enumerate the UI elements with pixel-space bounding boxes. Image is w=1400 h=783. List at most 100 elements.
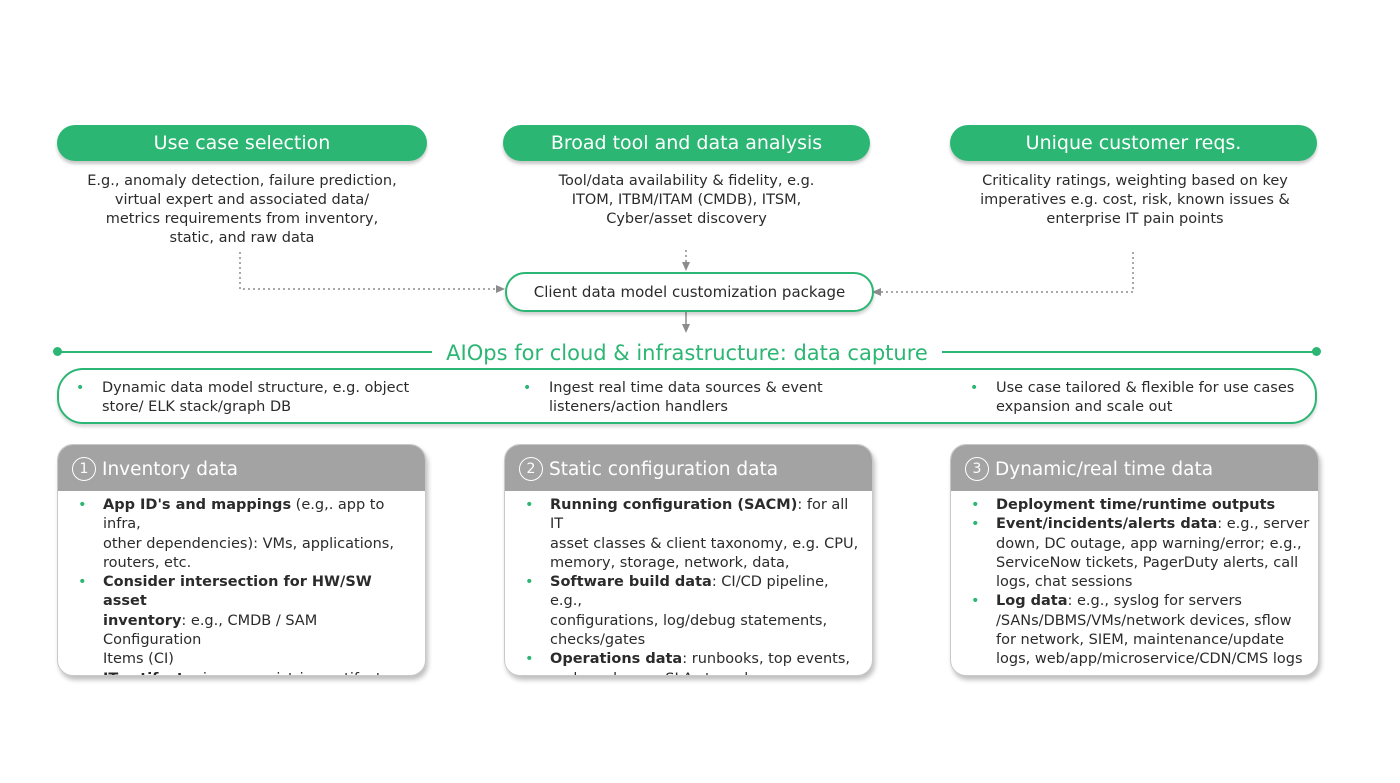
bold-text: App ID's and mappings: [103, 497, 292, 513]
card-header: 2 Static configuration data: [505, 445, 872, 491]
bold-text: Log data: [996, 593, 1068, 610]
aiops-line-dot-right: [1312, 347, 1321, 356]
item-line: Operations data: runbooks, top events,: [550, 650, 864, 669]
card-title: Dynamic/real time data: [995, 459, 1214, 480]
tool-analysis-description: Tool/data availability & fidelity, e.g. …: [503, 172, 870, 229]
desc-line: imperatives e.g. cost, risk, known issue…: [980, 192, 1290, 208]
bullet-icon: •: [78, 670, 87, 675]
card-title: Static configuration data: [549, 459, 779, 480]
aiops-features-strip: • Dynamic data model structure, e.g. obj…: [57, 368, 1317, 424]
text: logs, web/app/microservice/CDN/CMS logs: [996, 651, 1303, 668]
use-case-description: E.g., anomaly detection, failure predict…: [57, 172, 427, 248]
aiops-feature-3: • Use case tailored & flexible for use c…: [970, 379, 1316, 417]
bullet-icon: •: [970, 380, 979, 396]
desc-line: E.g., anomaly detection, failure predict…: [87, 173, 397, 189]
bold-text: Software build data: [550, 574, 712, 591]
desc-line: ITOM, ITBM/ITAM (CMDB), ITSM,: [571, 192, 802, 208]
bullet-icon: •: [525, 497, 534, 513]
text: Items (CI): [103, 651, 174, 668]
item-line: App ID's and mappings (e.g,. app to infr…: [103, 496, 417, 535]
text: asset classes & client taxonomy, e.g. CP…: [550, 535, 859, 552]
text: configurations, log/debug statements,: [550, 612, 828, 629]
bold-text: Event/incidents/alerts data: [996, 516, 1218, 533]
bullet-icon: •: [971, 497, 980, 513]
card-header: 1 Inventory data: [58, 445, 425, 491]
card-list-item: • Software build data: CI/CD pipeline, e.…: [505, 573, 872, 650]
card-bullet-list: • App ID's and mappings (e.g,. app to inf…: [58, 491, 425, 675]
text: routers, etc.: [103, 554, 192, 571]
bold-text: inventory: [103, 612, 182, 629]
card-list-item: • Log data: e.g., syslog for servers/SANs…: [951, 592, 1318, 669]
item-line: checks/gates: [550, 631, 864, 650]
text: : e.g., server: [1217, 516, 1310, 533]
card-list-item: • Running configuration (SACM): for all I…: [505, 496, 872, 573]
card-list-item: • Operations data: runbooks, top events, a…: [505, 650, 872, 675]
card-list-item: • Consider intersection for HW/SW asset in…: [58, 573, 425, 669]
bold-text: Deployment time/runtime outputs: [996, 497, 1276, 513]
use-case-selection-pill: Use case selection: [57, 125, 427, 161]
text: other dependencies): VMs, applications,: [103, 535, 394, 552]
item-line: logs, chat sessions: [996, 573, 1310, 592]
bold-text: Consider intersection for HW/SW asset: [103, 574, 372, 610]
desc-line: virtual expert and associated data/: [114, 192, 370, 208]
bullet-icon: •: [971, 593, 980, 610]
text: logs, chat sessions: [996, 574, 1133, 591]
aiops-feature-1: • Dynamic data model structure, e.g. obj…: [76, 379, 422, 417]
text: ServiceNow tickets, PagerDuty alerts, ca…: [996, 554, 1299, 571]
feature-line: expansion and scale out: [996, 399, 1173, 415]
bold-text: IT artifacts:: [103, 671, 198, 675]
text: : e.g., syslog for servers: [1067, 593, 1242, 610]
card-bullet-list: • Deployment time/runtime outputs • Event/i…: [951, 491, 1318, 670]
card-header: 3 Dynamic/real time data: [951, 445, 1318, 491]
bullet-icon: •: [525, 651, 534, 668]
text: down, DC outage, app warning/error; e.g.…: [996, 535, 1302, 552]
step-number-badge: 3: [965, 457, 989, 481]
card-bullet-list: • Running configuration (SACM): for all I…: [505, 491, 872, 675]
card-title: Inventory data: [102, 459, 238, 480]
item-line: for network, SIEM, maintenance/update: [996, 631, 1310, 650]
item-line: Event/incidents/alerts data: e.g., serve…: [996, 515, 1310, 534]
item-line: and any known SLA struggles: [550, 670, 864, 675]
item-line: IT artifacts: image registries, artifact…: [103, 670, 417, 675]
item-line: logs, web/app/microservice/CDN/CMS logs: [996, 650, 1310, 669]
aiops-feature-2: • Ingest real time data sources & event …: [523, 379, 869, 417]
desc-line: Criticality ratings, weighting based on …: [982, 173, 1288, 189]
feature-line: Use case tailored & flexible for use cas…: [996, 380, 1295, 396]
item-line: Running configuration (SACM): for all IT: [550, 496, 864, 535]
unique-customer-reqs-pill: Unique customer reqs.: [950, 125, 1317, 161]
item-line: asset classes & client taxonomy, e.g. CP…: [550, 535, 864, 554]
item-line: /SANs/DBMS/VMs/network devices, sflow: [996, 612, 1310, 631]
text: for network, SIEM, maintenance/update: [996, 632, 1284, 649]
feature-line: Ingest real time data sources & event: [549, 380, 823, 396]
bullet-icon: •: [971, 516, 980, 533]
connector-right: [880, 252, 1134, 293]
desc-line: Tool/data availability & fidelity, e.g.: [558, 173, 815, 189]
bold-text: Operations data: [550, 651, 683, 668]
text: : runbooks, top events,: [682, 651, 851, 668]
desc-line: enterprise IT pain points: [1046, 211, 1224, 227]
desc-line: static, and raw data: [169, 230, 315, 246]
card-list-item: • Event/incidents/alerts data: e.g., serv…: [951, 515, 1318, 592]
item-line: Items (CI): [103, 650, 417, 669]
step-number-badge: 1: [72, 457, 96, 481]
item-line: memory, storage, network, data,: [550, 554, 864, 573]
arrowhead-left: [496, 285, 505, 293]
item-line: down, DC outage, app warning/error; e.g.…: [996, 535, 1310, 554]
static-configuration-data-card: 2 Static configuration data • Running conf…: [504, 444, 873, 676]
desc-line: Cyber/asset discovery: [606, 211, 767, 227]
feature-line: Dynamic data model structure, e.g. objec…: [102, 380, 410, 396]
bold-text: Running configuration (SACM): [550, 497, 798, 513]
item-line: other dependencies): VMs, applications,: [103, 535, 417, 554]
bullet-icon: •: [525, 574, 534, 591]
card-list-item: • App ID's and mappings (e.g,. app to inf…: [58, 496, 425, 573]
bullet-icon: •: [76, 380, 85, 396]
customer-reqs-description: Criticality ratings, weighting based on …: [950, 172, 1320, 229]
item-line: Deployment time/runtime outputs: [996, 496, 1310, 515]
bullet-icon: •: [523, 380, 532, 396]
broad-tool-analysis-pill: Broad tool and data analysis: [503, 125, 870, 161]
item-line: Log data: e.g., syslog for servers: [996, 592, 1310, 611]
text: memory, storage, network, data,: [550, 554, 790, 571]
item-line: Consider intersection for HW/SW asset: [103, 573, 417, 612]
text: image registries, artifactory: [198, 671, 405, 675]
item-line: routers, etc.: [103, 554, 417, 573]
